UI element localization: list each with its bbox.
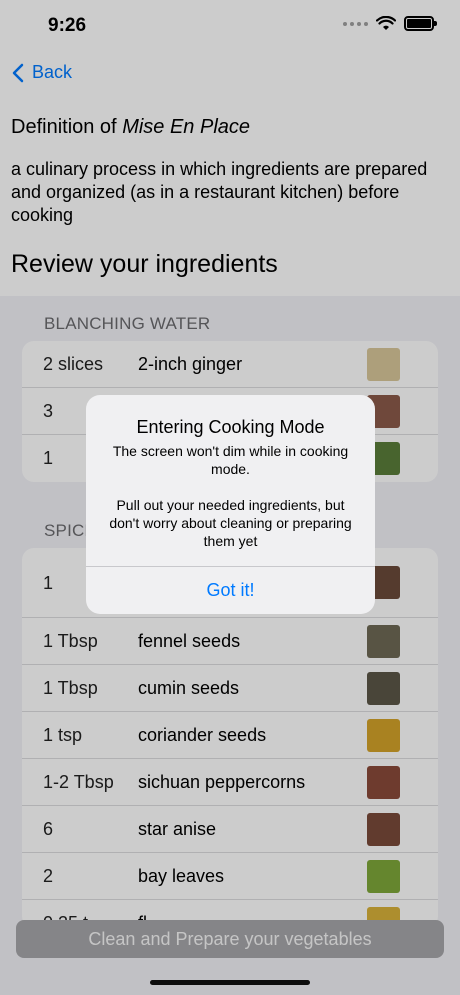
got-it-button[interactable]: Got it! [86,567,375,614]
alert-title: Entering Cooking Mode [136,417,325,437]
alert-message: The screen won't dim while in cooking mo… [109,443,352,549]
cooking-mode-alert: Entering Cooking Mode The screen won't d… [86,395,375,614]
